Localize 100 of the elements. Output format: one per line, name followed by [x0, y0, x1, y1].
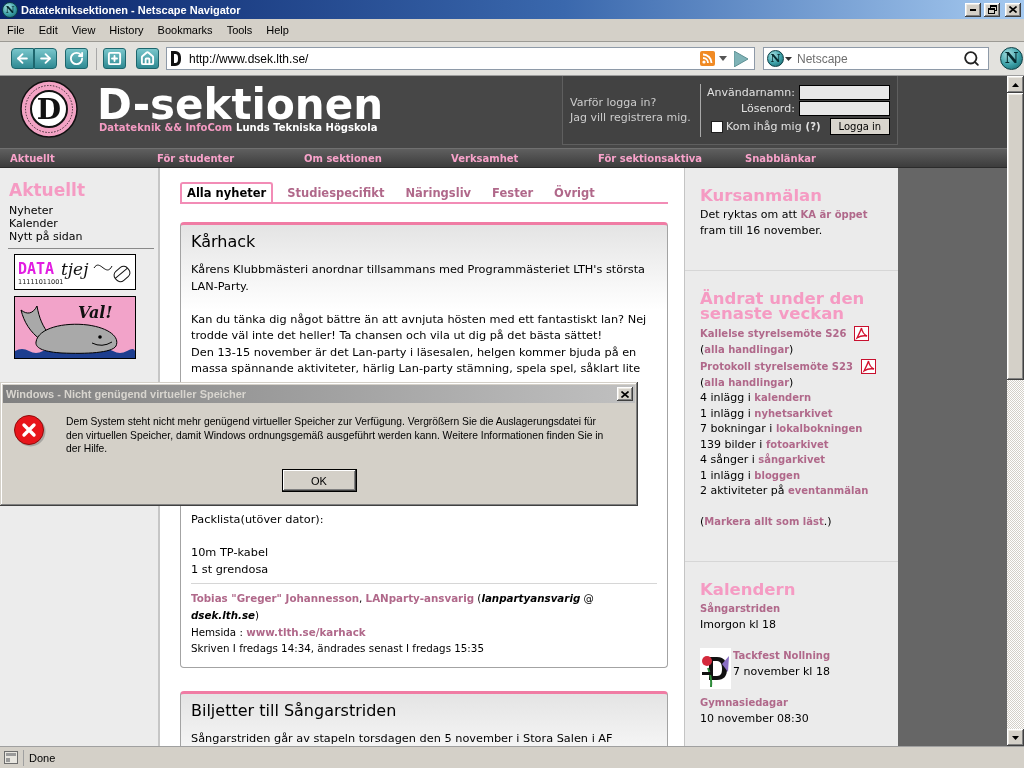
- search-engine-button[interactable]: N: [767, 50, 784, 67]
- browser-logo[interactable]: N: [1000, 47, 1023, 70]
- change-line: 139 bilder i fotoarkivet: [700, 436, 830, 452]
- window-title: Datatekniksektionen - Netscape Navigator: [21, 3, 242, 16]
- home-icon: [140, 51, 155, 66]
- dialog-close-button[interactable]: [617, 387, 633, 401]
- field-label: Användarnamn:: [707, 86, 795, 99]
- menu-item[interactable]: Help: [259, 22, 296, 38]
- document-link[interactable]: Kallelse styrelsemöte S26: [700, 328, 847, 339]
- menu-item[interactable]: File: [0, 22, 32, 38]
- event-picture: [700, 648, 731, 689]
- menu-item[interactable]: Tools: [219, 22, 260, 38]
- event-link[interactable]: Sångarstriden: [700, 601, 781, 617]
- login-button[interactable]: Logga in: [829, 118, 890, 135]
- new-tab-button[interactable]: [103, 48, 126, 69]
- nav-link[interactable]: Om sektionen: [304, 152, 382, 164]
- back-button[interactable]: [11, 48, 34, 69]
- caret-icon[interactable]: [785, 56, 792, 61]
- close-button[interactable]: [1005, 2, 1021, 17]
- event-time: 10 november 08:30: [700, 710, 809, 726]
- event-link[interactable]: Tackfest Nollning: [733, 648, 831, 664]
- address-field[interactable]: http://www.dsek.lth.se/: [166, 47, 755, 70]
- tab[interactable]: Studiespecifikt: [280, 182, 392, 202]
- nav-link[interactable]: Aktuellt: [10, 152, 55, 164]
- go-arrow-icon: [734, 50, 748, 67]
- rss-feed-icon: [700, 51, 715, 66]
- article-paragraph: Sångarstriden går av stapeln torsdagen den 5 november i Stora Salen i AF: [191, 730, 614, 746]
- article-title: Biljetter till Sångarstriden: [191, 700, 398, 721]
- change-link[interactable]: alla handlingar: [704, 376, 790, 388]
- minimize-button[interactable]: [965, 2, 981, 17]
- status-text: Done: [23, 749, 56, 766]
- notice-text: Det ryktas om att KA är öppet fram till 16 november.: [700, 207, 869, 238]
- home-button[interactable]: [136, 48, 159, 69]
- mark-read-link[interactable]: Markera allt som läst: [704, 515, 824, 527]
- article-paragraph: Kårens Klubbmästeri anordnar tillsammans med Programmästeriet LTH's största LAN-Party.: [191, 262, 647, 295]
- article-paragraph: 10m TP-kabel 1 st grendosa: [191, 545, 270, 578]
- menu-item[interactable]: Edit: [31, 22, 65, 38]
- reload-button[interactable]: [65, 48, 88, 69]
- login-link[interactable]: Jag vill registrera mig.: [570, 110, 700, 125]
- tab[interactable]: Näringsliv: [398, 182, 479, 202]
- change-link[interactable]: bloggen: [754, 469, 801, 481]
- dialog-message: Dem System steht nicht mehr genügend virtueller Speicher zur Verfügung. Vergrößern Sie die Auslagerungsdatei für den virtuellen Speicher, damit Windows ordnungsgemäß ausgeführt werden kann. Weitere Informationen finden Sie in der Hilfe.: [66, 415, 604, 456]
- nav-link[interactable]: Snabblänkar: [745, 152, 816, 164]
- change-line: 4 sånger i sångarkivet: [700, 452, 827, 468]
- search-field[interactable]: N Netscape: [763, 47, 989, 70]
- homepage-link[interactable]: www.tlth.se/karhack: [246, 625, 366, 638]
- restore-icon: [987, 5, 997, 14]
- scroll-down-button[interactable]: [1007, 729, 1024, 746]
- remember-checkbox[interactable]: [711, 120, 723, 133]
- scroll-up-button[interactable]: [1007, 76, 1024, 93]
- notice-link[interactable]: KA är öppet: [800, 209, 868, 220]
- sidebar-link[interactable]: Kalender: [9, 217, 58, 230]
- change-link[interactable]: alla handlingar: [704, 344, 790, 355]
- sidebar-link[interactable]: Nyheter: [9, 204, 54, 217]
- section-heading: Kursanmälan: [700, 188, 823, 203]
- nav-link[interactable]: Verksamhet: [451, 152, 519, 164]
- ok-button[interactable]: OK: [281, 469, 357, 492]
- article-paragraph: Packlista(utöver dator):: [191, 512, 325, 528]
- nav-link[interactable]: För sektionsaktiva: [598, 152, 703, 164]
- login-field[interactable]: [798, 101, 890, 116]
- sidebar-heading: Aktuellt: [9, 180, 86, 200]
- change-link[interactable]: kalendern: [754, 392, 812, 403]
- change-link[interactable]: lokalbokningen: [775, 423, 863, 434]
- sidebar-link[interactable]: Nytt på sidan: [9, 230, 83, 243]
- change-link[interactable]: nyhetsarkivet: [754, 407, 833, 419]
- tab[interactable]: Fester: [485, 182, 541, 202]
- menu-item[interactable]: View: [64, 22, 103, 38]
- login-link[interactable]: Varför logga in?: [570, 95, 700, 110]
- dropdown-caret-icon[interactable]: [719, 56, 727, 61]
- change-line: 1 inlägg i nyhetsarkivet: [700, 405, 834, 421]
- tab[interactable]: Övrigt: [547, 182, 602, 202]
- go-button[interactable]: [731, 49, 751, 68]
- login-field[interactable]: [798, 85, 890, 100]
- forward-button[interactable]: [34, 48, 57, 69]
- restore-button[interactable]: [984, 2, 1000, 17]
- whale-banner: Val!: [14, 296, 136, 359]
- article-title: Kårhack: [191, 232, 257, 252]
- section-logo: D: [20, 80, 78, 138]
- reload-icon: [69, 51, 84, 66]
- menu-item[interactable]: Bookmarks: [150, 22, 220, 38]
- signature-link[interactable]: LANparty-ansvarig: [365, 591, 475, 604]
- change-link[interactable]: eventanmälan: [787, 485, 869, 496]
- error-icon: [14, 415, 46, 447]
- tab[interactable]: Alla nyheter: [180, 182, 274, 202]
- change-link[interactable]: fotoarkivet: [765, 438, 829, 450]
- up-arrow-icon: [1012, 82, 1019, 87]
- document-link[interactable]: Protokoll styrelsemöte S23: [700, 360, 853, 372]
- panel-icon: [4, 751, 18, 764]
- change-link[interactable]: sångarkivet: [758, 454, 826, 465]
- section-heading: Ändrat under den senaste veckan: [700, 291, 866, 321]
- dialog-title: Windows - Nicht genügend virtueller Speicher: [6, 388, 248, 400]
- mark-read-line: (Markera allt som läst.): [700, 513, 833, 529]
- help-link[interactable]: (?): [805, 121, 821, 132]
- nav-link[interactable]: För studenter: [157, 152, 235, 164]
- scrollbar-thumb[interactable]: [1007, 93, 1024, 380]
- article-timestamp: Skriven I fredags 14:34, ändrades senast I fredags 15:35: [191, 641, 485, 656]
- change-line: (alla handlingar): [700, 374, 795, 390]
- menu-item[interactable]: History: [102, 22, 151, 38]
- event-link[interactable]: Gymnasiedagar: [700, 695, 788, 711]
- search-icon[interactable]: [963, 50, 980, 67]
